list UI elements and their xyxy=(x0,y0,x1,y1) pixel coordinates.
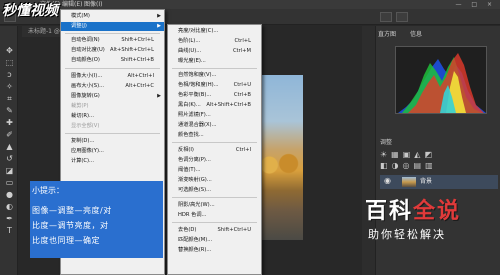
menu-item-canvas-size[interactable]: 画布大小(S)... Alt+Ctrl+C xyxy=(61,82,164,91)
eyedropper-icon[interactable]: ✎ xyxy=(4,106,15,115)
menu-item-apply-image[interactable]: 应用图像(Y)... xyxy=(61,147,164,156)
tab-histogram[interactable]: 直方图 xyxy=(378,31,396,38)
canvas-photo xyxy=(255,75,303,240)
history-brush-icon[interactable]: ↺ xyxy=(4,154,15,163)
menu-item-vibrance[interactable]: 自然饱和度(V)... xyxy=(168,71,261,80)
marquee-tool-icon[interactable]: ⬚ xyxy=(4,58,15,67)
tools-panel: ✥ ⬚ ↄ ✧ ⌗ ✎ ✚ ✐ ▲ ↺ ◪ ▭ ● ◐ ✒ T xyxy=(0,26,18,275)
panel-tabs: 直方图 信息 xyxy=(378,30,498,40)
brush-tool-icon[interactable]: ✐ xyxy=(4,130,15,139)
brand-subtitle: 助你轻松解决 xyxy=(368,228,446,241)
menu-item-gradient-map[interactable]: 渐变映射(G)... xyxy=(168,176,261,185)
menu-item-auto-contrast[interactable]: 自动对比度(U) Alt+Shift+Ctrl+L xyxy=(61,46,164,55)
adjustment-icons-row-2[interactable]: ◧◑◎▤▥ xyxy=(380,161,480,171)
menu-edit[interactable]: 编辑(E) xyxy=(62,0,82,9)
menu-item-hdr-toning[interactable]: HDR 色调... xyxy=(168,211,261,220)
menu-item-posterize[interactable]: 色调分离(P)... xyxy=(168,156,261,165)
dodge-tool-icon[interactable]: ◐ xyxy=(4,202,15,211)
menu-item-hue-saturation[interactable]: 色相/饱和度(H)... Ctrl+U xyxy=(168,81,261,90)
menu-item-shadows-highlights[interactable]: 阴影/高光(W)... xyxy=(168,201,261,210)
menu-item-calculations[interactable]: 计算(C)... xyxy=(61,157,164,166)
menu-item-match-color[interactable]: 匹配颜色(M)... xyxy=(168,236,261,245)
tip-title: 小提示： xyxy=(32,186,64,195)
healing-brush-icon[interactable]: ✚ xyxy=(4,118,15,127)
menu-item-threshold[interactable]: 阈值(T)... xyxy=(168,166,261,175)
search-button[interactable] xyxy=(396,12,408,22)
lasso-tool-icon[interactable]: ↄ xyxy=(4,70,15,79)
layer-row[interactable]: ◉ 背景 xyxy=(380,175,498,189)
menu-item-desaturate[interactable]: 去色(D) Shift+Ctrl+U xyxy=(168,226,261,235)
menu-item-mode[interactable]: 模式(M) ▶ xyxy=(61,12,164,21)
pen-tool-icon[interactable]: ✒ xyxy=(4,214,15,223)
blur-tool-icon[interactable]: ● xyxy=(4,190,15,199)
histogram xyxy=(395,46,487,114)
menu-item-photo-filter[interactable]: 照片滤镜(F)... xyxy=(168,111,261,120)
menu-item-levels[interactable]: 色阶(L)... Ctrl+L xyxy=(168,37,261,46)
text-tool-icon[interactable]: T xyxy=(4,226,15,235)
menu-item-reveal-all[interactable]: 显示全部(V) xyxy=(61,122,164,131)
menu-item-curves[interactable]: 曲线(U)... Ctrl+M xyxy=(168,47,261,56)
menu-item-duplicate[interactable]: 复制(D)... xyxy=(61,137,164,146)
menu-item-black-white[interactable]: 黑白(K)... Alt+Shift+Ctrl+B xyxy=(168,101,261,110)
move-tool-icon[interactable]: ✥ xyxy=(4,46,15,55)
eye-icon[interactable]: ◉ xyxy=(384,176,391,185)
menu-item-color-balance[interactable]: 色彩平衡(B)... Ctrl+B xyxy=(168,91,261,100)
menu-item-exposure[interactable]: 曝光度(E)... xyxy=(168,57,261,66)
layer-thumbnail xyxy=(402,177,416,187)
tip-line-2: 比度—调节亮度，对 xyxy=(32,221,109,230)
magic-wand-icon[interactable]: ✧ xyxy=(4,82,15,91)
adjustment-icons-row-1[interactable]: ☀▦▣◭◩ xyxy=(380,150,480,160)
crop-tool-icon[interactable]: ⌗ xyxy=(4,94,15,103)
menu-item-channel-mixer[interactable]: 通道混合器(X)... xyxy=(168,121,261,130)
menu-item-color-lookup[interactable]: 颜色查找... xyxy=(168,131,261,140)
gradient-tool-icon[interactable]: ▭ xyxy=(4,178,15,187)
workspace-button[interactable] xyxy=(380,12,392,22)
adjustments-submenu: 亮度/对比度(C)... 色阶(L)... Ctrl+L 曲线(U)... Ctrl… xyxy=(167,24,262,275)
brand-title: 百科全说 xyxy=(365,199,462,224)
adjustments-tab[interactable]: 调整 xyxy=(380,138,392,147)
menu-item-adjust[interactable]: 调整(J) ▶ xyxy=(61,22,164,31)
tip-line-1: 图像—调整—亮度/对 xyxy=(32,206,112,215)
menu-item-auto-color[interactable]: 自动颜色(O) Shift+Ctrl+B xyxy=(61,56,164,65)
watermark-logo: 秒懂视频 xyxy=(2,3,58,19)
tip-line-3: 比度也同理—确定 xyxy=(32,236,100,245)
layer-name: 背景 xyxy=(420,178,433,185)
menubar: 文件(F) 编辑(E) 图像(I) — □ × xyxy=(0,0,500,9)
window-buttons[interactable]: — □ × xyxy=(455,0,496,9)
menu-image[interactable]: 图像(I) xyxy=(84,0,102,9)
menu-item-replace-color[interactable]: 替换颜色(R)... xyxy=(168,246,261,255)
menu-item-selective-color[interactable]: 可选颜色(S)... xyxy=(168,186,261,195)
menu-item-image-rotation[interactable]: 图像旋转(G) ▶ xyxy=(61,92,164,101)
menu-item-invert[interactable]: 反相(I) Ctrl+I xyxy=(168,146,261,155)
tab-info[interactable]: 信息 xyxy=(410,31,422,38)
menu-item-crop[interactable]: 裁剪(P) xyxy=(61,102,164,111)
eraser-tool-icon[interactable]: ◪ xyxy=(4,166,15,175)
menu-item-brightness-contrast[interactable]: 亮度/对比度(C)... xyxy=(168,27,261,36)
menu-item-auto-tone[interactable]: 自动色调(N) Shift+Ctrl+L xyxy=(61,36,164,45)
menu-item-trim[interactable]: 裁切(R)... xyxy=(61,112,164,121)
stamp-tool-icon[interactable]: ▲ xyxy=(4,142,15,151)
menu-item-image-size[interactable]: 图像大小(I)... Alt+Ctrl+I xyxy=(61,72,164,81)
